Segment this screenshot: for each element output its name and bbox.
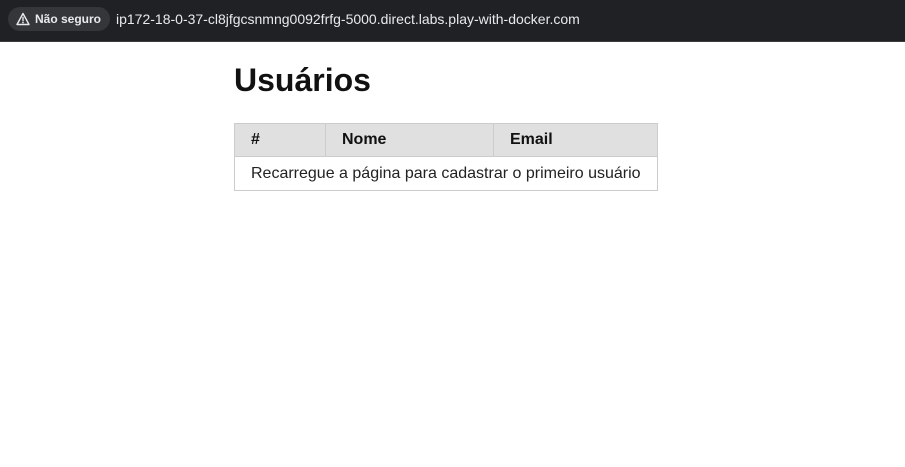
column-header-email: Email [493,123,658,157]
table-header-row: # Nome Email [234,123,658,157]
security-indicator-button[interactable]: Não seguro [8,7,111,31]
security-label: Não seguro [35,12,102,26]
column-header-name: Nome [325,123,494,157]
page-content: Usuários # Nome Email Recarregue a págin… [0,42,905,467]
page-title: Usuários [234,62,371,98]
empty-table-message: Recarregue a página para cadastrar o pri… [251,164,641,182]
users-table: # Nome Email Recarregue a página para ca… [234,123,658,191]
table-row: Recarregue a página para cadastrar o pri… [235,157,658,191]
column-header-id: # [234,123,326,157]
warning-triangle-icon [16,12,30,26]
browser-address-bar: Não seguro ip172-18-0-37-cl8jfgcsnmng009… [0,0,905,42]
url-field[interactable]: ip172-18-0-37-cl8jfgcsnmng0092frfg-5000.… [116,11,580,27]
